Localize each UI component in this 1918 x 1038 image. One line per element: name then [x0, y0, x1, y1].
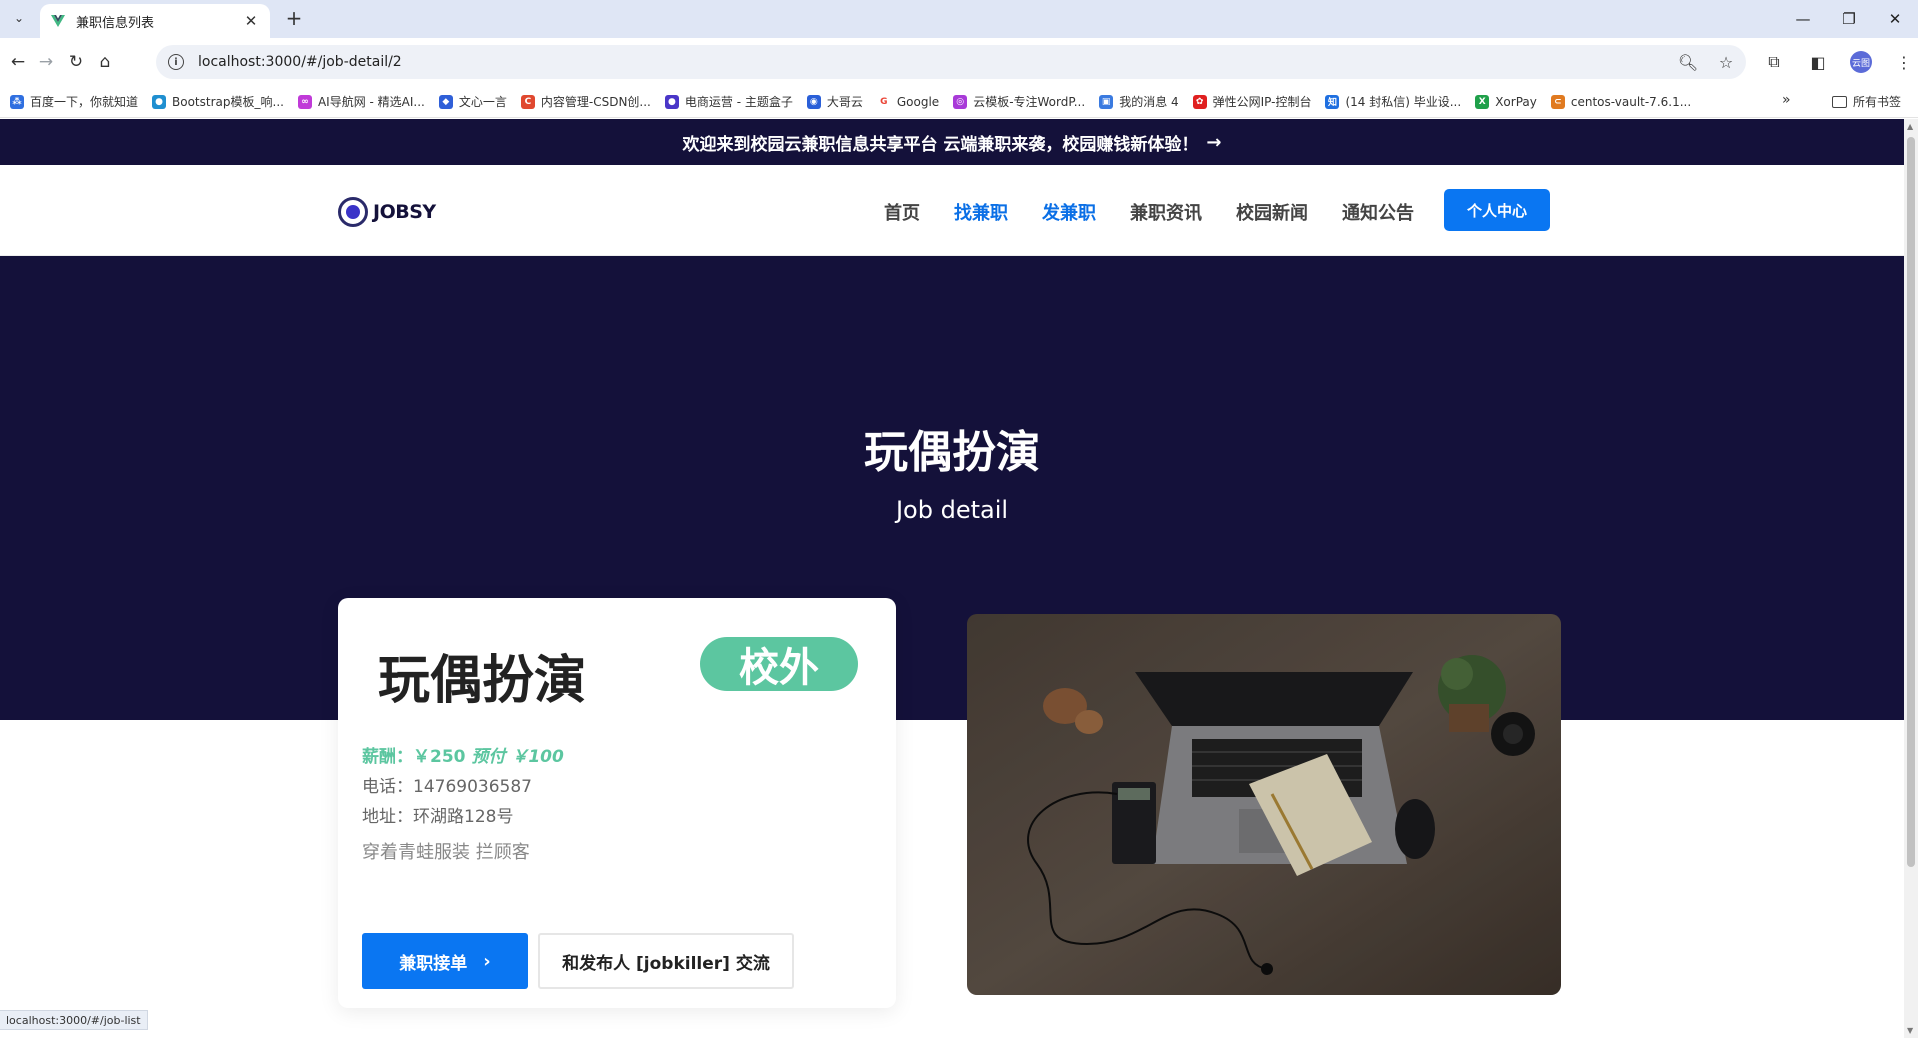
- minimize-button[interactable]: —: [1780, 0, 1826, 38]
- bookmark-item[interactable]: ∞ AI导航网 - 精选AI...: [297, 93, 425, 110]
- laptop-desk-photo-icon: [967, 614, 1561, 995]
- more-bookmarks-icon[interactable]: »: [1782, 92, 1791, 108]
- bookmark-item[interactable]: G Google: [876, 94, 939, 109]
- new-tab-button[interactable]: +: [282, 6, 306, 30]
- nav-link-notices[interactable]: 通知公告: [1342, 199, 1414, 225]
- site-header: JOBSY 首页 找兼职 发兼职 兼职资讯 校园新闻 通知公告 个人中心: [0, 165, 1904, 256]
- bookmark-star-icon[interactable]: ☆: [1714, 50, 1738, 74]
- job-photo: [967, 614, 1561, 995]
- bookmark-favicon-icon: 知: [1325, 94, 1340, 109]
- site-logo[interactable]: JOBSY: [338, 197, 436, 227]
- close-window-button[interactable]: ✕: [1872, 0, 1918, 38]
- bookmark-favicon-icon: X: [1475, 94, 1490, 109]
- home-button[interactable]: ⌂: [93, 50, 117, 74]
- job-address: 地址：环湖路128号: [362, 807, 514, 827]
- bookmark-favicon-icon: ∞: [297, 94, 312, 109]
- profile-avatar[interactable]: 云图: [1850, 51, 1872, 73]
- hero-banner: 玩偶扮演 Job detail: [0, 256, 1904, 720]
- reload-button[interactable]: ↻: [64, 50, 88, 74]
- bookmark-favicon-icon: ●: [664, 94, 679, 109]
- job-title: 玩偶扮演: [378, 651, 587, 711]
- bookmark-favicon-icon: ▣: [1099, 94, 1114, 109]
- scrollbar-thumb[interactable]: [1907, 137, 1915, 867]
- browser-tab-active[interactable]: 兼职信息列表 ✕: [40, 4, 270, 38]
- scroll-down-icon[interactable]: ▼: [1907, 1026, 1913, 1035]
- job-description: 穿着青蛙服装 拦顾客: [362, 842, 530, 863]
- bookmark-favicon-icon: ◉: [806, 94, 821, 109]
- bookmark-item[interactable]: 知 (14 封私信) 毕业设...: [1325, 93, 1461, 110]
- nav-link-find-jobs[interactable]: 找兼职: [954, 199, 1008, 225]
- window-controls: — ❐ ✕: [1780, 0, 1918, 38]
- browser-toolbar: ← → ↻ ⌂ i localhost:3000/#/job-detail/2 …: [0, 38, 1918, 86]
- job-pay: 薪酬：￥250 预付 ￥100: [362, 747, 564, 767]
- all-bookmarks-button[interactable]: 所有书签: [1832, 93, 1901, 110]
- bookmark-item[interactable]: ✿ 弹性公网IP-控制台: [1192, 93, 1311, 110]
- bookmark-item[interactable]: ⁂ 百度一下，你就知道: [10, 93, 138, 110]
- hero-subtitle: Job detail: [895, 496, 1009, 524]
- nav-link-post-job[interactable]: 发兼职: [1042, 199, 1096, 225]
- logo-text: JOBSY: [373, 201, 436, 223]
- bookmark-favicon-icon: ✿: [1192, 94, 1207, 109]
- back-button[interactable]: ←: [6, 50, 30, 74]
- tab-search-button[interactable]: ⌄: [8, 7, 30, 29]
- bookmark-item[interactable]: ● 电商运营 - 主题盒子: [664, 93, 793, 110]
- bookmarks-bar: ⁂ 百度一下，你就知道 ● Bootstrap模板_响... ∞ AI导航网 - 精选…: [0, 86, 1918, 118]
- bookmark-favicon-icon: C: [520, 94, 535, 109]
- browser-menu-icon[interactable]: ⋮: [1892, 50, 1916, 74]
- folder-icon: [1832, 95, 1847, 108]
- nav-link-job-info[interactable]: 兼职资讯: [1130, 199, 1202, 225]
- logo-mark-icon: [338, 197, 368, 227]
- announcement-text: 欢迎来到校园云兼职信息共享平台 云端兼职来袭，校园赚钱新体验！: [682, 134, 1199, 155]
- zoom-icon[interactable]: 🔍︎: [1676, 50, 1700, 74]
- job-phone: 电话：14769036587: [362, 777, 532, 797]
- bookmark-item[interactable]: X XorPay: [1475, 94, 1537, 109]
- address-bar[interactable]: i localhost:3000/#/job-detail/2 🔍︎ ☆: [156, 45, 1746, 79]
- tab-title: 兼职信息列表: [76, 15, 155, 31]
- bookmark-item[interactable]: ◉ 大哥云: [806, 93, 863, 110]
- bookmark-favicon-icon: ⊂: [1550, 94, 1565, 109]
- status-bar-url: localhost:3000/#/job-list: [0, 1010, 148, 1030]
- tab-close-icon[interactable]: ✕: [242, 12, 260, 30]
- browser-tab-bar: ⌄ 兼职信息列表 ✕ + — ❐ ✕: [0, 0, 1918, 38]
- extensions-icon[interactable]: ⧉: [1762, 50, 1786, 74]
- hero-title: 玩偶扮演: [864, 427, 1040, 478]
- restore-button[interactable]: ❐: [1826, 0, 1872, 38]
- chevron-right-icon: ›: [483, 950, 491, 972]
- page-viewport: 欢迎来到校园云兼职信息共享平台 云端兼职来袭，校园赚钱新体验！ → JOBSY …: [0, 119, 1904, 1038]
- accept-job-button[interactable]: 兼职接单 ›: [362, 933, 528, 989]
- bookmark-favicon-icon: ⁂: [10, 94, 24, 109]
- job-location-badge: 校外: [700, 637, 858, 691]
- bookmark-item[interactable]: ⊂ centos-vault-7.6.1...: [1550, 94, 1691, 109]
- forward-button[interactable]: →: [34, 50, 58, 74]
- bookmark-favicon-icon: ●: [152, 94, 167, 109]
- scroll-up-icon[interactable]: ▲: [1907, 122, 1913, 131]
- nav-link-campus-news[interactable]: 校园新闻: [1236, 199, 1308, 225]
- bookmark-item[interactable]: ◎ 云模板-专注WordP...: [953, 93, 1085, 110]
- chat-with-poster-button[interactable]: 和发布人 [jobkiller] 交流: [538, 933, 794, 989]
- announcement-bar[interactable]: 欢迎来到校园云兼职信息共享平台 云端兼职来袭，校园赚钱新体验！ →: [0, 119, 1904, 165]
- side-panel-icon[interactable]: ◧: [1806, 50, 1830, 74]
- bookmark-favicon-icon: ◎: [953, 94, 968, 109]
- user-center-button[interactable]: 个人中心: [1444, 189, 1550, 231]
- bookmark-item[interactable]: ◆ 文心一言: [438, 93, 507, 110]
- nav-link-home[interactable]: 首页: [884, 199, 920, 225]
- bookmark-favicon-icon: ◆: [438, 94, 453, 109]
- job-detail-card: 玩偶扮演 校外 薪酬：￥250 预付 ￥100 电话：14769036587 地…: [338, 598, 896, 1008]
- bookmark-favicon-icon: G: [876, 94, 891, 109]
- page-scrollbar[interactable]: ▲ ▼: [1904, 119, 1918, 1038]
- site-info-icon[interactable]: i: [168, 54, 184, 70]
- vue-favicon-icon: [51, 15, 65, 27]
- bookmark-item[interactable]: ● Bootstrap模板_响...: [152, 93, 284, 110]
- url-text[interactable]: localhost:3000/#/job-detail/2: [198, 54, 402, 70]
- arrow-right-icon: →: [1206, 131, 1222, 153]
- main-nav: 首页 找兼职 发兼职 兼职资讯 校园新闻 通知公告: [884, 199, 1448, 225]
- bookmark-item[interactable]: ▣ 我的消息 4: [1099, 93, 1179, 110]
- bookmark-item[interactable]: C 内容管理-CSDN创...: [520, 93, 651, 110]
